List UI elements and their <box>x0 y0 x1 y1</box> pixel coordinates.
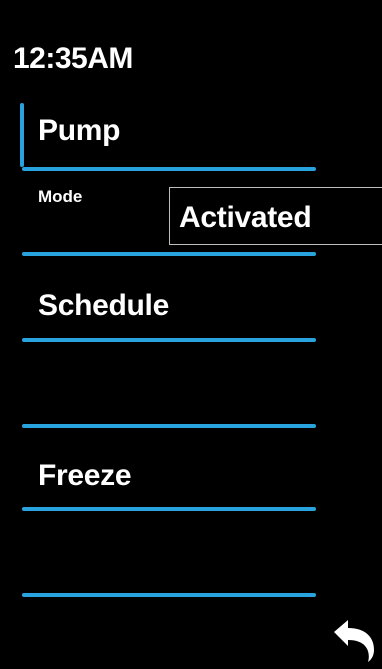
back-button[interactable] <box>330 616 378 664</box>
mode-label: Mode <box>38 187 83 206</box>
divider <box>22 252 316 256</box>
divider <box>22 338 316 342</box>
divider <box>22 593 316 597</box>
mode-select-value: Activated <box>179 201 312 234</box>
focus-indicator <box>20 103 24 167</box>
menu-item-pump-label: Pump <box>38 114 121 147</box>
mode-select[interactable]: Activated <box>169 187 382 245</box>
clock: 12:35AM <box>13 42 133 75</box>
divider <box>22 424 316 428</box>
back-arrow-icon <box>334 620 374 662</box>
divider <box>22 507 316 511</box>
menu-item-freeze-label: Freeze <box>38 459 132 492</box>
divider <box>22 167 316 171</box>
menu-item-schedule-label: Schedule <box>38 289 169 322</box>
